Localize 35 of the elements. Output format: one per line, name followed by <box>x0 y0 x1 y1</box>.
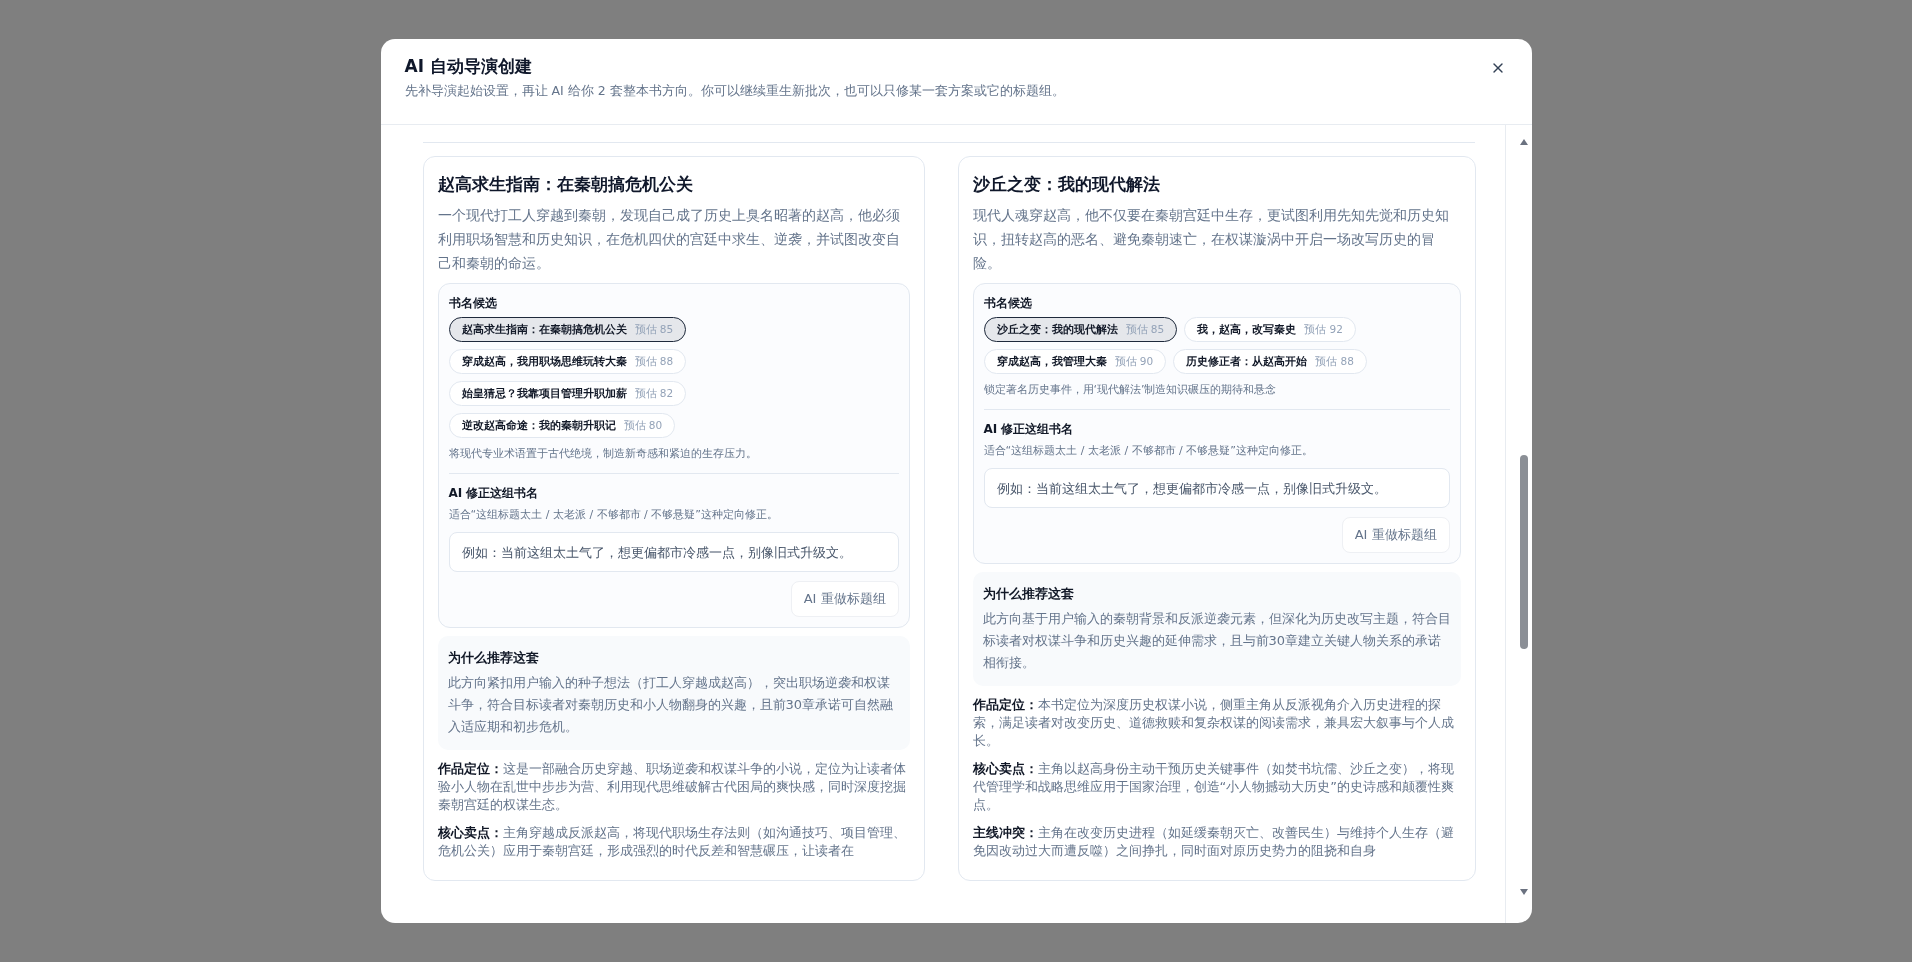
direction-description: 现代人魂穿赵高，他不仅要在秦朝宫廷中生存，更试图利用先知先觉和历史知识，扭转赵高的恶名、避免秦朝速亡，在权谋漩涡中开启一场改写历史的冒险。 <box>972 206 1450 273</box>
candidates-note: 锁定著名历史事件，用‘现代解法’制造知识碾压的期待和悬念 <box>983 382 1450 410</box>
candidates-heading: 书名候选 <box>448 295 498 312</box>
detail-paragraph: 核心卖点：主角以赵高身份主动干预历史关键事件（如焚书坑儒、沙丘之变），将现代管理学和战略思维应用于国家治理，创造“小人物撼动大历史”的史诗感和颠覆性爽点。 <box>972 760 1455 814</box>
title-chip[interactable]: 沙丘之变：我的现代解法 预估 85 <box>983 317 1178 342</box>
fix-heading: AI 修正这组书名 <box>983 421 1075 438</box>
why-text: 此方向基于用户输入的秦朝背景和反派逆袭元素，但深化为历史改写主题，符合目标读者对权谋斗争和历史兴趣的延伸需求，且与前30章建立关键人物关系的承诺相衔接。 <box>982 610 1451 672</box>
detail-paragraph: 主线冲突：主角在改变历史进程（如延缓秦朝灭亡、改善民生）与维持个人生存（避免因改动过大而遭反噬）之间挣扎，同时面对原历史势力的阻挠和自身 <box>972 824 1455 860</box>
candidates-note: 将现代专业术语置于古代绝境，制造新奇感和紧迫的生存压力。 <box>448 446 899 474</box>
title-chip[interactable]: 历史修正者：从赵高开始 预估 88 <box>1173 349 1367 374</box>
title-chip[interactable]: 赵高求生指南：在秦朝搞危机公关 预估 85 <box>448 317 687 342</box>
direction-description: 一个现代打工人穿越到秦朝，发现自己成了历史上臭名昭著的赵高，他必须利用职场智慧和历史知识，在危机四伏的宫廷中求生、逆袭，并试图改变自己和秦朝的命运。 <box>437 206 901 273</box>
title-chip[interactable]: 逆改赵高命途：我的秦朝升职记 预估 80 <box>448 413 676 438</box>
title-chip[interactable]: 穿成赵高，我用职场思维玩转大秦 预估 88 <box>448 349 687 374</box>
fix-heading: AI 修正这组书名 <box>448 485 540 502</box>
dialog-title: AI 自动导演创建 <box>404 55 533 78</box>
candidates-heading: 书名候选 <box>983 295 1033 312</box>
detail-paragraph: 作品定位：本书定位为深度历史权谋小说，侧重主角从反派视角介入历史进程的探索，满足读者对改变历史、道德救赎和复杂权谋的阅读需求，兼具宏大叙事与个人成长。 <box>972 696 1455 750</box>
direction-title: 赵高求生指南：在秦朝搞危机公关 <box>437 174 694 196</box>
why-text: 此方向紧扣用户输入的种子想法（打工人穿越成赵高），突出职场逆袭和权谋斗争，符合目标读者对秦朝历史和小人物翻身的兴趣，且前30章承诺可自然融入适应期和初步危机。 <box>447 674 895 736</box>
detail-paragraph: 核心卖点：主角穿越成反派赵高，将现代职场生存法则（如沟通技巧、项目管理、危机公关）应用于秦朝宫廷，形成强烈的时代反差和智慧碾压，让读者在 <box>437 824 907 860</box>
fix-input-field[interactable]: 例如：当前这组太土气了，想更偏都市冷感一点，别像旧式升级文。 <box>983 468 1450 508</box>
fix-hint: 适合“这组标题太土 / 太老派 / 不够都市 / 不够悬疑”这种定向修正。 <box>983 443 1314 459</box>
redo-titles-button[interactable]: AI 重做标题组 <box>790 581 899 617</box>
detail-paragraph: 作品定位：这是一部融合历史穿越、职场逆袭和权谋斗争的小说，定位为让读者体验小人物在乱世中步步为营、利用现代思维破解古代困局的爽快感，同时深度挖掘秦朝宫廷的权谋生态。 <box>437 760 907 814</box>
why-heading: 为什么推荐这套 <box>447 649 540 667</box>
redo-titles-button[interactable]: AI 重做标题组 <box>1341 517 1450 553</box>
title-chip[interactable]: 穿成赵高，我管理大秦 预估 90 <box>983 349 1167 374</box>
fix-input-field[interactable]: 例如：当前这组太土气了，想更偏都市冷感一点，别像旧式升级文。 <box>448 532 899 572</box>
title-chip[interactable]: 始皇猜忌？我靠项目管理升职加薪 预估 82 <box>448 381 687 406</box>
dialog-subtitle: 先补导演起始设置，再让 AI 给你 2 套整本书方向。你可以继续重生新批次，也可以只修某一套方案或它的标题组。 <box>404 82 1065 100</box>
why-heading: 为什么推荐这套 <box>982 585 1075 603</box>
fix-hint: 适合“这组标题太土 / 太老派 / 不够都市 / 不够悬疑”这种定向修正。 <box>448 507 779 523</box>
title-chip[interactable]: 我，赵高，改写秦史 预估 92 <box>1184 317 1356 342</box>
direction-title: 沙丘之变：我的现代解法 <box>972 174 1161 196</box>
